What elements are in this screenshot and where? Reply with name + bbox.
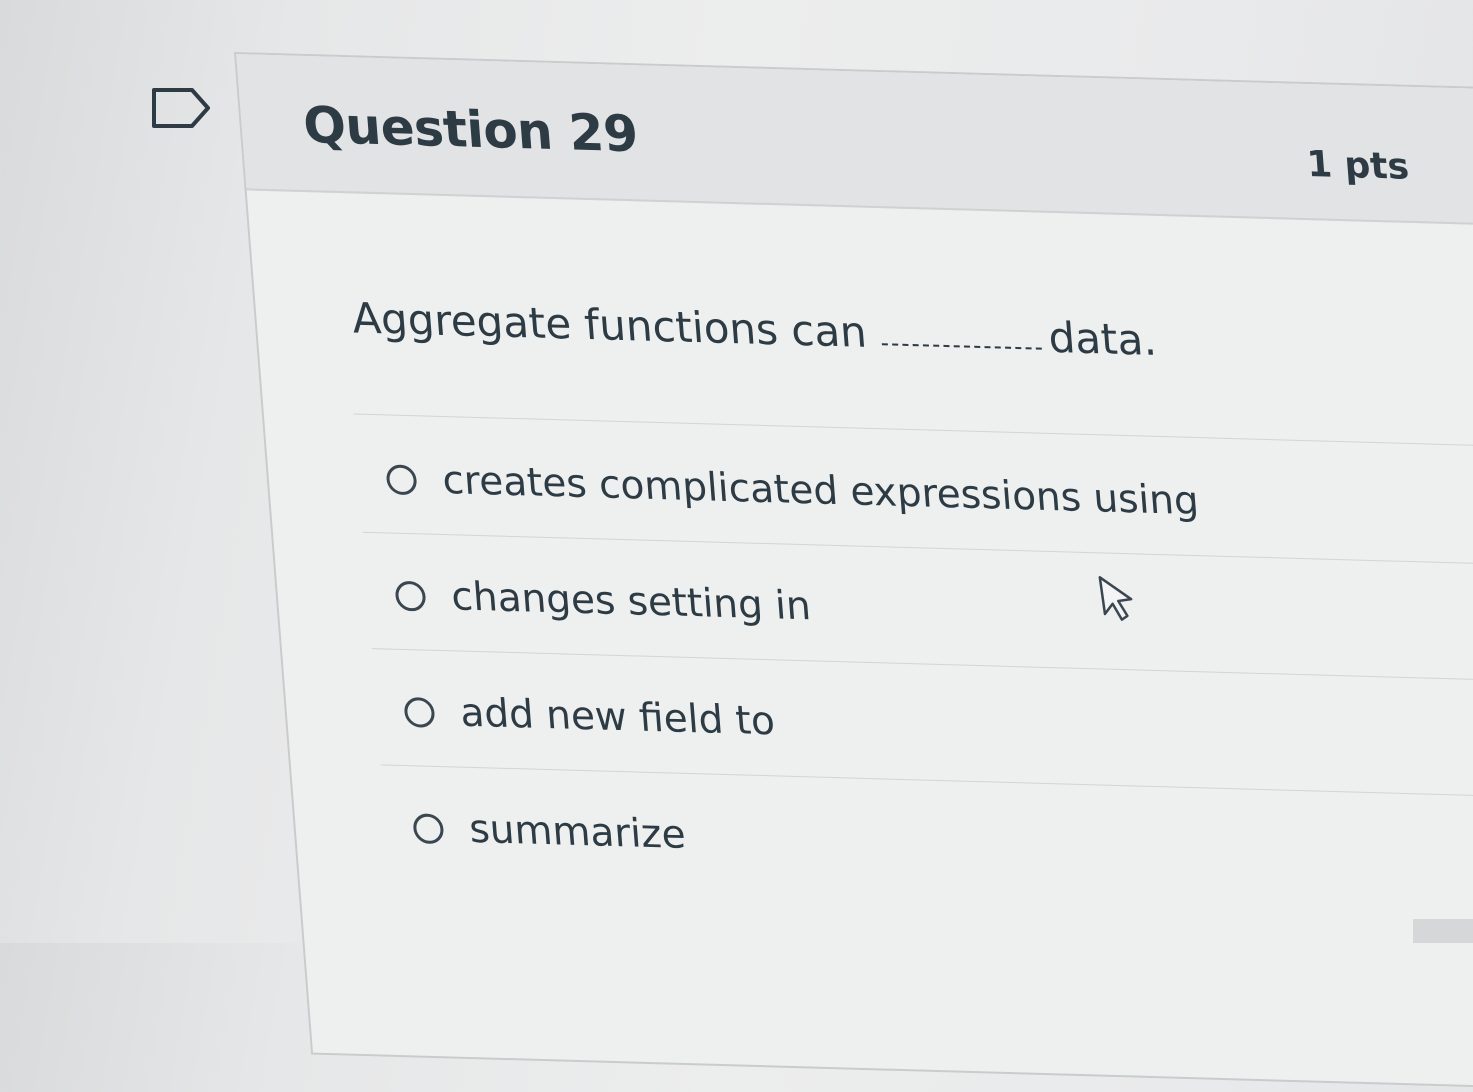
- question-card: Question 29 1 pts Aggregate functions ca…: [234, 52, 1473, 1092]
- fill-in-blank: [881, 342, 1042, 350]
- question-title: Question 29: [301, 95, 640, 164]
- question-text: Aggregate functions can data.: [350, 293, 1158, 365]
- answer-option-4[interactable]: summarize: [412, 805, 688, 858]
- flag-icon: [152, 88, 210, 128]
- divider: [353, 413, 1473, 448]
- radio-button[interactable]: [403, 696, 436, 728]
- question-header: Question 29 1 pts: [236, 54, 1473, 228]
- divider: [362, 531, 1473, 567]
- answer-option-3[interactable]: add new field to: [403, 689, 777, 744]
- radio-button[interactable]: [394, 580, 427, 612]
- question-text-after: data.: [1046, 312, 1159, 365]
- answer-option-1[interactable]: creates complicated expressions using: [385, 456, 1201, 525]
- answer-label: summarize: [467, 806, 688, 858]
- answer-label: creates complicated expressions using: [440, 457, 1201, 525]
- answer-option-2[interactable]: changes setting in: [394, 573, 813, 630]
- radio-button[interactable]: [412, 812, 445, 844]
- arrow-pointer-icon: [1096, 570, 1139, 628]
- divider: [380, 764, 1473, 799]
- question-text-before: Aggregate functions can: [350, 293, 869, 357]
- answer-label: add new field to: [458, 690, 777, 745]
- corner-shade: [1413, 919, 1473, 943]
- divider: [371, 648, 1473, 683]
- answer-label: changes setting in: [449, 574, 813, 630]
- flag-question-button[interactable]: [150, 84, 212, 132]
- radio-button[interactable]: [385, 463, 418, 495]
- question-points: 1 pts: [1305, 143, 1411, 188]
